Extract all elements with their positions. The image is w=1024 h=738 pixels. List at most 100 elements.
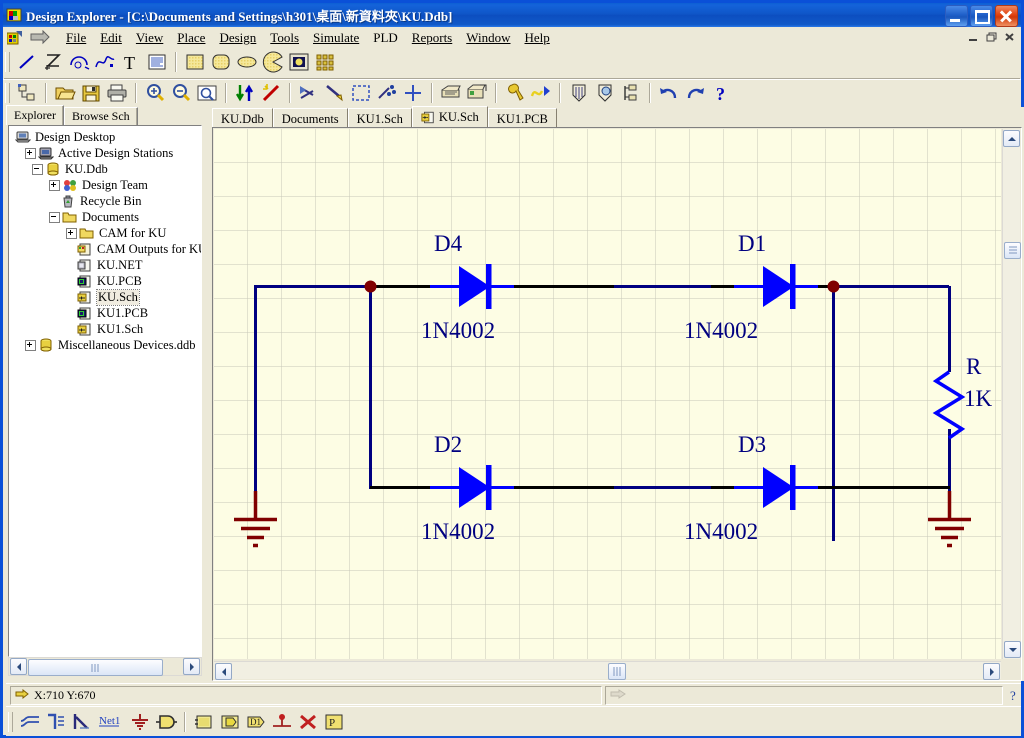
expander-plus-icon[interactable] (25, 148, 36, 159)
bezier-icon[interactable] (93, 51, 117, 73)
pcb-sync-icon[interactable] (593, 82, 617, 104)
tree-item-active-design-stations[interactable]: Active Design Stations (9, 145, 201, 161)
hierarchy-icon[interactable] (619, 82, 643, 104)
expander-minus-icon[interactable] (49, 212, 60, 223)
place-nomark-icon[interactable] (297, 712, 319, 732)
canvas-vscroll-thumb[interactable] (1004, 242, 1021, 259)
zoom-in-icon[interactable] (143, 82, 167, 104)
crosshair-icon[interactable] (401, 82, 425, 104)
menu-design[interactable]: Design (212, 28, 263, 48)
place-wire-icon[interactable] (19, 712, 41, 732)
place-port-icon[interactable]: D1 (245, 712, 267, 732)
doc-tab-documents[interactable]: Documents (273, 108, 348, 127)
tab-explorer[interactable]: Explorer (6, 105, 64, 125)
place-sheetsymbol-icon[interactable] (193, 712, 215, 732)
scroll-up-button[interactable] (1003, 130, 1020, 147)
ellipse-icon[interactable] (235, 51, 259, 73)
doc-tab-ku1-sch[interactable]: KU1.Sch (348, 108, 412, 127)
maximize-button[interactable] (970, 5, 993, 27)
cut-icon[interactable] (297, 82, 321, 104)
minimize-button[interactable] (945, 5, 968, 27)
image-icon[interactable] (287, 51, 311, 73)
design-manager-icon[interactable] (15, 82, 39, 104)
tree-item-miscellaneous-devices-ddb[interactable]: Miscellaneous Devices.ddb (9, 337, 201, 353)
close-button[interactable] (995, 5, 1018, 27)
pie-chart-icon[interactable] (261, 51, 285, 73)
tree-item-ku-ddb[interactable]: KU.Ddb (9, 161, 201, 177)
canvas-hscroll-thumb[interactable] (608, 663, 626, 680)
updown-arrows-icon[interactable] (233, 82, 257, 104)
explorer-scroll-thumb[interactable] (28, 659, 163, 676)
place-bus-icon[interactable] (45, 712, 67, 732)
netlist-icon[interactable] (439, 82, 463, 104)
place-sheetentry-icon[interactable] (219, 712, 241, 732)
menu-reports[interactable]: Reports (405, 28, 459, 48)
expander-minus-icon[interactable] (32, 164, 43, 175)
scroll-right-button[interactable] (183, 658, 200, 675)
mdi-close-button[interactable] (1002, 30, 1017, 44)
schematic-drawing[interactable]: D4 1N4002 D1 1N4002 D2 1N4002 D3 1N4002 … (214, 129, 1001, 659)
tree-item-recycle-bin[interactable]: Recycle Bin (9, 193, 201, 209)
mdi-minimize-button[interactable] (966, 30, 981, 44)
rectangle-icon[interactable] (183, 51, 207, 73)
text-icon[interactable]: T (119, 51, 143, 73)
expander-plus-icon[interactable] (25, 340, 36, 351)
paste-array-icon[interactable] (313, 51, 337, 73)
tree-item-documents[interactable]: Documents (9, 209, 201, 225)
redo-icon[interactable] (683, 82, 707, 104)
pcb-update-icon[interactable] (567, 82, 591, 104)
menu-view[interactable]: View (129, 28, 170, 48)
place-pcblayout-icon[interactable]: P (323, 712, 345, 732)
menu-simulate[interactable]: Simulate (306, 28, 366, 48)
tree-item-ku-pcb[interactable]: KU.PCB (9, 273, 201, 289)
place-power-icon[interactable] (129, 712, 151, 732)
place-junction-icon[interactable] (271, 712, 293, 732)
menu-place[interactable]: Place (170, 28, 212, 48)
tab-browse-sch[interactable]: Browse Sch (64, 107, 138, 125)
clear-errors-icon[interactable] (259, 82, 283, 104)
scroll-left-button[interactable] (10, 658, 27, 675)
tree-item-cam-for-ku[interactable]: CAM for KU (9, 225, 201, 241)
toolbar-grip-3[interactable] (8, 712, 13, 732)
undo-icon[interactable] (657, 82, 681, 104)
tree-item-design-desktop[interactable]: Design Desktop (9, 129, 201, 145)
tree-item-ku-net[interactable]: KU.NET (9, 257, 201, 273)
help-question-icon[interactable]: ? (1008, 688, 1021, 702)
rounded-rectangle-icon[interactable] (209, 51, 233, 73)
help-icon[interactable]: ? (709, 82, 733, 104)
line-icon[interactable] (15, 51, 39, 73)
doc-tab-ku-sch[interactable]: KU.Sch (412, 106, 488, 127)
tree-item-cam-outputs-for-ku[interactable]: CAM Outputs for KU (9, 241, 201, 257)
tree-item-ku1-sch[interactable]: KU1.Sch (9, 321, 201, 337)
place-part-icon[interactable] (155, 712, 177, 732)
scroll-down-button[interactable] (1004, 641, 1021, 658)
canvas-scroll-right-button[interactable] (983, 663, 1000, 680)
zoom-out-icon[interactable] (169, 82, 193, 104)
text-frame-icon[interactable] (145, 51, 169, 73)
tree-item-design-team[interactable]: Design Team (9, 177, 201, 193)
mdi-restore-button[interactable] (984, 30, 999, 44)
erc-icon[interactable] (465, 82, 489, 104)
simulate-wave-icon[interactable] (529, 82, 553, 104)
place-busentry-icon[interactable] (71, 712, 93, 732)
schematic-canvas[interactable]: D4 1N4002 D1 1N4002 D2 1N4002 D3 1N4002 … (214, 129, 1001, 659)
place-netlabel-icon[interactable]: Net1 (97, 712, 125, 732)
paste-icon[interactable] (323, 82, 347, 104)
menu-help[interactable]: Help (518, 28, 557, 48)
canvas-vertical-scrollbar[interactable] (1002, 129, 1020, 659)
expander-plus-icon[interactable] (66, 228, 77, 239)
toolbar-grip-2[interactable] (5, 83, 10, 103)
menu-tools[interactable]: Tools (263, 28, 306, 48)
open-icon[interactable] (53, 82, 77, 104)
menu-edit[interactable]: Edit (93, 28, 129, 48)
wrench-icon[interactable] (503, 82, 527, 104)
save-icon[interactable] (79, 82, 103, 104)
menu-file[interactable]: File (59, 28, 93, 48)
elliptical-arc-icon[interactable] (67, 51, 91, 73)
explorer-horizontal-scrollbar[interactable] (8, 657, 202, 676)
canvas-scroll-left-button[interactable] (215, 663, 232, 680)
canvas-horizontal-scrollbar[interactable] (214, 661, 1001, 679)
select-area-icon[interactable] (349, 82, 373, 104)
tree-item-ku1-pcb[interactable]: KU1.PCB (9, 305, 201, 321)
expander-plus-icon[interactable] (49, 180, 60, 191)
